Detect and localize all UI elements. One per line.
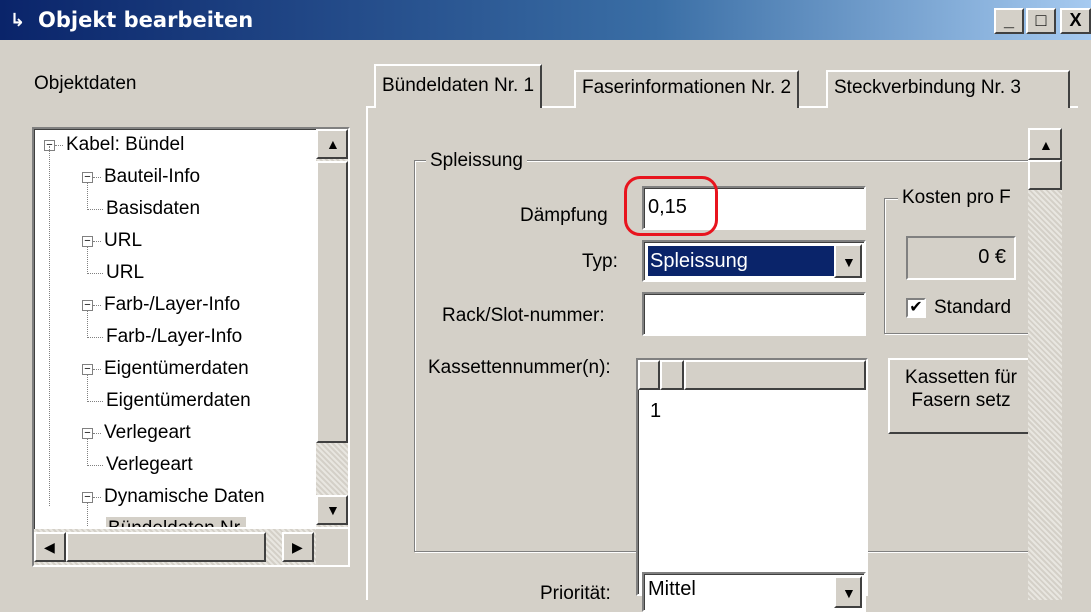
kassetten-list[interactable]: 1 <box>636 358 868 596</box>
tree-hscroll-thumb[interactable] <box>66 532 266 562</box>
tree-item[interactable]: Verlegeart <box>106 453 193 477</box>
tree-content: − Kabel: Bündel − Bauteil-Info Basisdaten − UR… <box>34 129 316 527</box>
tree-item[interactable]: Farb-/Layer-Info <box>106 325 242 349</box>
kassetten-list-header-cell[interactable] <box>684 360 866 390</box>
tree-connector <box>87 401 103 402</box>
objektdaten-label: Objektdaten <box>34 73 137 94</box>
kassetten-button-line1: Kassetten für <box>905 367 1017 388</box>
tree-connector <box>93 177 101 178</box>
tree-connector <box>93 433 101 434</box>
tree-scroll-up-button[interactable]: ▲ <box>316 129 348 159</box>
kassetten-list-header-cell[interactable] <box>660 360 684 390</box>
typ-selected-value: Spleissung <box>647 245 835 277</box>
prioritaet-dropdown-button[interactable]: ▼ <box>834 576 862 608</box>
tree-item[interactable]: Eigentümerdaten <box>106 389 251 413</box>
tree-scroll-left-button[interactable]: ◀ <box>34 532 66 562</box>
tree-horizontal-scrollbar[interactable]: ◀ ▶ <box>34 529 316 565</box>
tree-scroll-down-button[interactable]: ▼ <box>316 495 348 525</box>
standard-checkbox[interactable]: ✔ <box>906 298 926 318</box>
tree-connector <box>87 503 88 527</box>
tree-collapse-toggle[interactable]: − <box>82 492 93 503</box>
tree-item[interactable]: Kabel: Bündel <box>66 133 184 157</box>
tree-connector <box>87 311 88 338</box>
minimize-button[interactable]: _ <box>994 8 1024 34</box>
kassettennummer-label: Kassettennummer(n): <box>428 357 611 378</box>
tree-item[interactable]: Bauteil-Info <box>104 165 200 189</box>
tree-collapse-toggle[interactable]: − <box>82 428 93 439</box>
tree-connector <box>55 145 63 146</box>
tree-connector <box>87 465 103 466</box>
tree-collapse-toggle[interactable]: − <box>82 364 93 375</box>
tree-item[interactable]: URL <box>104 229 142 253</box>
kosten-group-label: Kosten pro F <box>898 186 1034 210</box>
typ-dropdown-button[interactable]: ▼ <box>834 244 862 278</box>
tree-collapse-toggle[interactable]: − <box>82 300 93 311</box>
daempfung-label: Dämpfung <box>520 205 608 226</box>
kassetten-button-line2: Fasern setz <box>911 390 1011 411</box>
typ-label: Typ: <box>582 251 618 272</box>
tree-connector <box>87 337 103 338</box>
highlight-annotation <box>624 176 718 236</box>
standard-checkbox-label: Standard <box>934 297 1012 318</box>
tree-vertical-scrollbar[interactable]: ▲ ▼ <box>316 129 348 527</box>
kosten-value-field: 0 € <box>906 236 1016 280</box>
page-scroll-thumb[interactable] <box>1028 160 1062 190</box>
prioritaet-label: Priorität: <box>540 583 611 604</box>
tree-connector <box>87 439 88 466</box>
app-icon[interactable]: ↳ <box>10 8 36 32</box>
tab-steckverbindung[interactable]: Steckverbindung Nr. 3 <box>826 70 1070 108</box>
prioritaet-value: Mittel <box>648 578 696 600</box>
typ-select[interactable]: Spleissung ▼ <box>642 240 866 282</box>
tree-connector <box>87 183 88 210</box>
tree-connector <box>93 497 101 498</box>
rack-slot-input[interactable] <box>642 292 866 336</box>
tree-item[interactable]: URL <box>106 261 144 285</box>
prioritaet-select[interactable]: Mittel ▼ <box>642 572 866 612</box>
kassetten-list-header-cell[interactable] <box>638 360 660 390</box>
kassetten-rows: 1 <box>650 398 661 424</box>
page-vertical-scrollbar[interactable]: ▲ <box>1028 128 1062 600</box>
window-title: Objekt bearbeiten <box>38 8 254 32</box>
close-button[interactable]: X <box>1060 8 1091 34</box>
tree-scroll-right-button[interactable]: ▶ <box>282 532 314 562</box>
object-tree[interactable]: − Kabel: Bündel − Bauteil-Info Basisdaten − UR… <box>32 127 350 567</box>
maximize-button[interactable]: □ <box>1026 8 1056 34</box>
tree-connector <box>87 375 88 402</box>
tree-item[interactable]: Bündeldaten Nr. <box>106 517 247 527</box>
tab-buendeldaten[interactable]: Bündeldaten Nr. 1 <box>374 64 543 108</box>
tree-item[interactable]: Basisdaten <box>106 197 200 221</box>
tree-connector <box>87 247 88 274</box>
tree-connector <box>87 209 103 210</box>
tree-connector <box>93 241 101 242</box>
tree-item[interactable]: Dynamische Daten <box>104 485 265 509</box>
tree-item[interactable]: Farb-/Layer-Info <box>104 293 240 317</box>
tree-item[interactable]: Eigentümerdaten <box>104 357 249 381</box>
tree-item[interactable]: Verlegeart <box>104 421 191 445</box>
tree-collapse-toggle[interactable]: − <box>82 236 93 247</box>
scroll-corner <box>316 529 348 565</box>
rack-slot-label: Rack/Slot-nummer: <box>442 305 605 326</box>
tree-connector <box>49 146 50 506</box>
tree-connector <box>93 305 101 306</box>
kassetten-fuer-fasern-button[interactable]: Kassetten für Fasern setz <box>888 358 1034 434</box>
tree-collapse-toggle[interactable]: − <box>82 172 93 183</box>
spleissung-group-label: Spleissung <box>426 149 527 173</box>
page-scroll-up-button[interactable]: ▲ <box>1028 128 1062 160</box>
tree-connector <box>87 273 103 274</box>
tree-scroll-thumb[interactable] <box>316 161 348 443</box>
tab-faserinformationen[interactable]: Faserinformationen Nr. 2 <box>574 70 800 108</box>
kassetten-row[interactable]: 1 <box>650 398 661 424</box>
tree-connector <box>93 369 101 370</box>
